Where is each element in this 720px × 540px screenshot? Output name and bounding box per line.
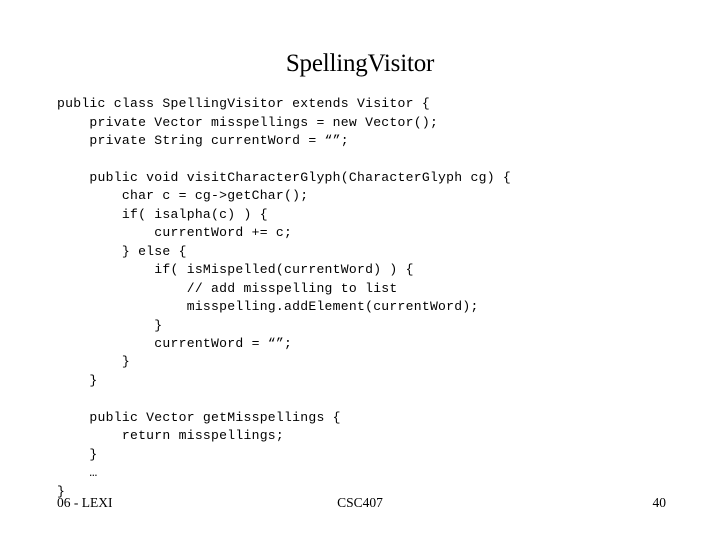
code-line: private String currentWord = “”; (57, 133, 349, 148)
page-title: SpellingVisitor (285, 49, 435, 77)
code-line: private Vector misspellings = new Vector… (57, 114, 439, 130)
code-line: currentWord = “”; (57, 335, 293, 351)
footer-page-number: 40 (652, 495, 667, 510)
code-line: } (57, 354, 130, 370)
code-line: public class SpellingVisitor extends Vis… (57, 96, 430, 112)
code-block: public class SpellingVisitor extends Vis… (57, 95, 677, 501)
slide: SpellingVisitor public class SpellingVis… (0, 0, 720, 540)
code-line: currentWord += c; (57, 225, 293, 241)
code-line: if( isalpha(c) ) { (57, 206, 268, 222)
code-line-ellipsis: … (57, 465, 98, 481)
code-line: if( isMispelled(currentWord) ) { (57, 262, 414, 278)
code-line: } else { (57, 243, 187, 259)
code-line: } (57, 317, 163, 333)
slide-footer: 06 - LEXI CSC407 40 (0, 495, 720, 517)
code-line: char c = cg->getChar(); (57, 188, 309, 204)
code-line: misspelling.addElement(currentWord); (57, 299, 479, 315)
code-line: } (57, 446, 98, 462)
code-line: public Vector getMisspellings { (57, 409, 341, 425)
code-line-comment: // add misspelling to list (57, 280, 398, 296)
code-line: return misspellings; (57, 428, 285, 444)
code-line: public void visitCharacterGlyph(Characte… (57, 169, 512, 185)
footer-course-code: CSC407 (337, 495, 383, 510)
code-line: } (57, 372, 98, 388)
